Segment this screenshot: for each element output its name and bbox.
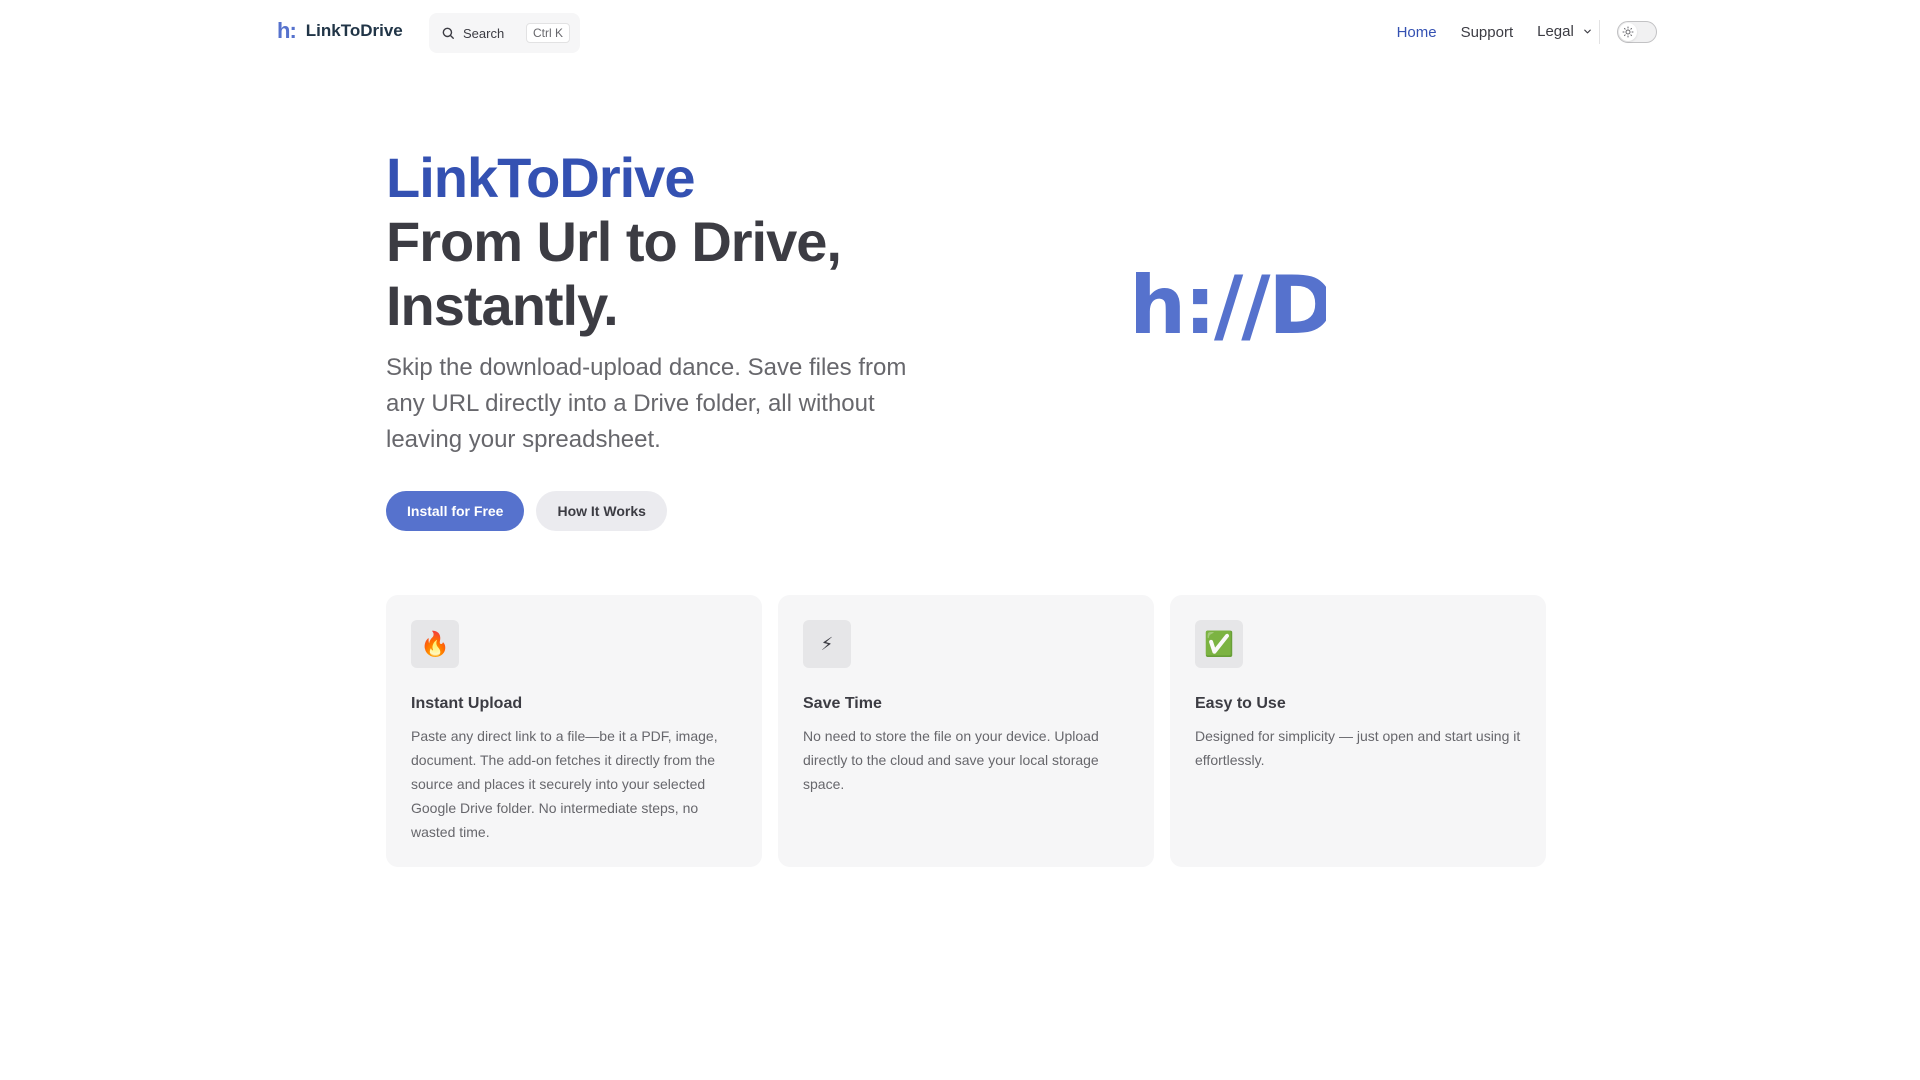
hero-logo-image: h://D bbox=[1136, 255, 1326, 355]
hero-logo-text: h://D bbox=[1136, 259, 1326, 352]
nav-link-home[interactable]: Home bbox=[1397, 24, 1437, 41]
search-button[interactable]: Search Ctrl K bbox=[429, 13, 580, 53]
hero-actions: Install for Free How It Works bbox=[386, 491, 667, 531]
hero-title-line-2: Instantly. bbox=[386, 274, 619, 337]
page: h: LinkToDrive Search Ctrl K Home Suppor… bbox=[0, 0, 1920, 1080]
feature-details: Paste any direct link to a file—be it a … bbox=[411, 728, 718, 840]
nav-divider bbox=[1599, 20, 1600, 44]
how-it-works-button[interactable]: How It Works bbox=[536, 491, 667, 531]
site-title: LinkToDrive bbox=[305, 21, 403, 40]
feature-title: Save Time bbox=[803, 695, 882, 712]
logo-mark: h: bbox=[277, 18, 297, 43]
check-mark-icon: ✅ bbox=[1195, 620, 1243, 668]
hero-heading: LinkToDrive From Url to Drive, Instantly… bbox=[386, 146, 946, 338]
lightning-icon: ⚡ bbox=[803, 620, 851, 668]
feature-title: Easy to Use bbox=[1195, 695, 1286, 712]
chevron-down-icon bbox=[1582, 24, 1593, 41]
site-logo-link[interactable]: h: LinkToDrive bbox=[277, 18, 403, 44]
feature-details: No need to store the file on your device… bbox=[803, 728, 1099, 792]
theme-toggle-switch[interactable] bbox=[1617, 21, 1657, 43]
feature-card-instant-upload: 🔥 Instant Upload Paste any direct link t… bbox=[386, 595, 762, 867]
search-icon bbox=[441, 26, 455, 40]
nav-link-legal[interactable]: Legal bbox=[1537, 23, 1593, 41]
hero-section: LinkToDrive From Url to Drive, Instantly… bbox=[386, 146, 946, 458]
nav-link-legal-label: Legal bbox=[1537, 23, 1574, 41]
top-navbar: h: LinkToDrive Search Ctrl K Home Suppor… bbox=[0, 0, 1920, 64]
feature-details: Designed for simplicity — just open and … bbox=[1195, 728, 1521, 768]
search-label: Search bbox=[463, 25, 505, 41]
search-shortcut-hint: Ctrl K bbox=[526, 23, 570, 43]
fire-icon: 🔥 bbox=[411, 620, 459, 668]
hero-name: LinkToDrive bbox=[386, 146, 695, 209]
features-grid: 🔥 Instant Upload Paste any direct link t… bbox=[386, 595, 1546, 867]
feature-title: Instant Upload bbox=[411, 695, 523, 712]
feature-card-save-time: ⚡ Save Time No need to store the file on… bbox=[778, 595, 1154, 867]
hero-tagline: Skip the download-upload dance. Save fil… bbox=[386, 354, 907, 453]
nav-link-support[interactable]: Support bbox=[1461, 24, 1514, 41]
install-for-free-button[interactable]: Install for Free bbox=[386, 491, 525, 531]
hero-title-line-1: From Url to Drive, bbox=[386, 210, 842, 273]
sun-icon bbox=[1619, 23, 1637, 41]
feature-card-easy-to-use: ✅ Easy to Use Designed for simplicity — … bbox=[1170, 595, 1546, 867]
nav-menu: Home Support Legal bbox=[1397, 0, 1593, 64]
